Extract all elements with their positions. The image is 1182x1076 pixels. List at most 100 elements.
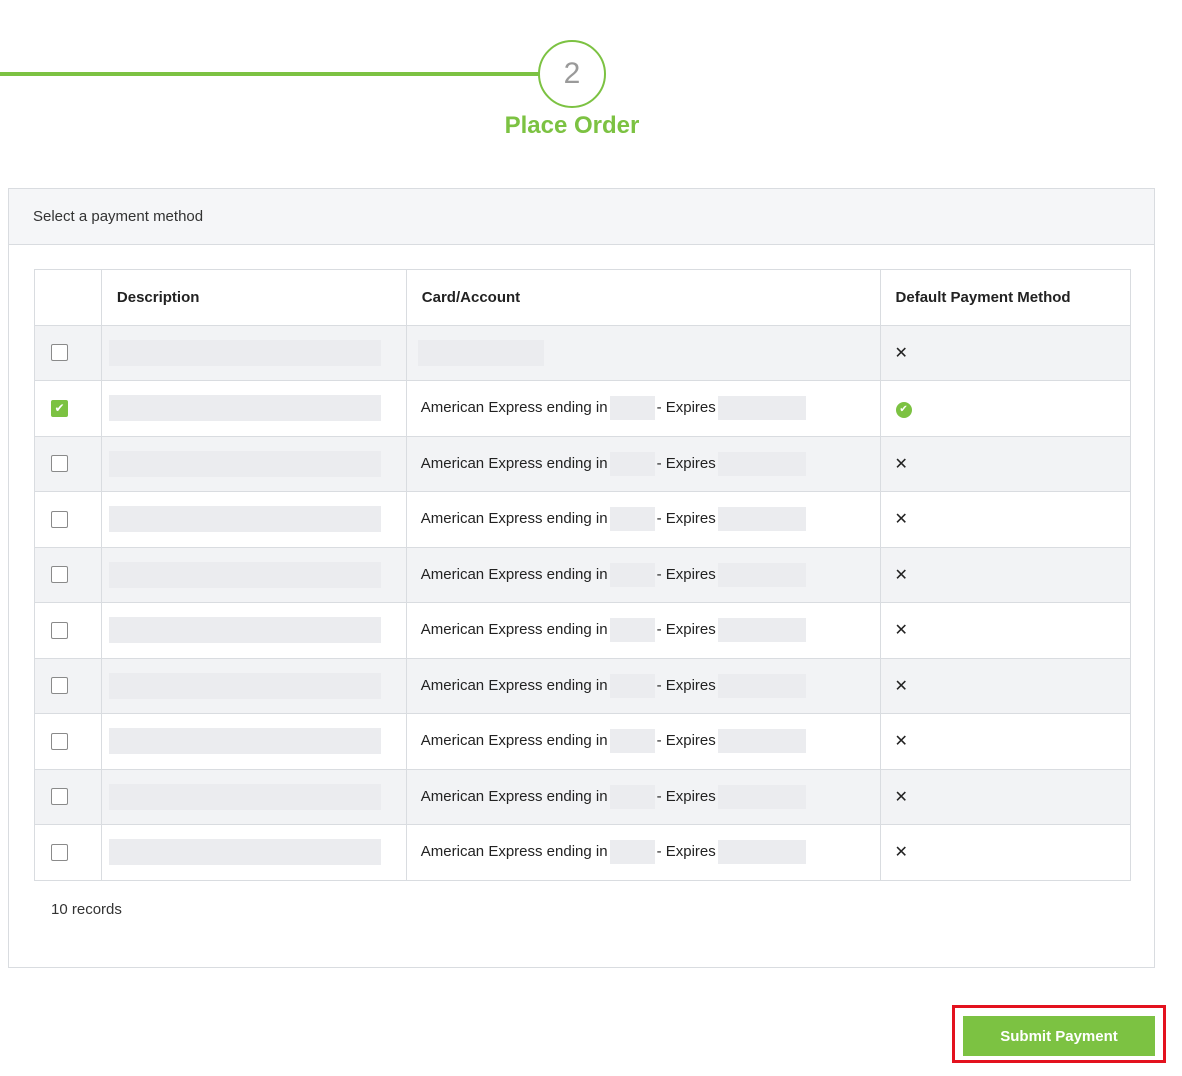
redacted-description: [108, 339, 381, 366]
redacted-expiry: [717, 729, 806, 754]
card-account-cell: American Express ending in - Expires: [405, 657, 881, 714]
card-prefix-text: American Express ending in: [420, 565, 608, 583]
default-method-cell: ✕: [879, 324, 1132, 381]
table-body: ✕ ✔ American Express ending in - Expires ✔ Am…: [34, 324, 1132, 881]
table-header-row: Description Card/Account Default Payment…: [34, 269, 1132, 326]
redacted-expiry: [717, 784, 806, 809]
table-row[interactable]: American Express ending in - Expires ✕: [34, 824, 1132, 881]
redacted-description: [108, 506, 381, 533]
table-row[interactable]: American Express ending in - Expires ✕: [34, 657, 1132, 714]
redacted-last4: [609, 396, 655, 421]
card-expires-text: - Expires: [656, 510, 716, 528]
card-expires-text: - Expires: [656, 787, 716, 805]
row-select-checkbox[interactable]: [51, 677, 68, 695]
default-method-cell: ✕: [879, 768, 1132, 825]
column-header-description: Description: [100, 269, 407, 326]
default-method-cell: ✕: [879, 713, 1132, 770]
step-circle: 2: [538, 40, 606, 108]
x-icon: ✕: [894, 844, 908, 862]
redacted-description: [108, 839, 381, 866]
select-cell: [34, 435, 102, 492]
select-cell: ✔: [34, 380, 102, 437]
card-prefix-text: American Express ending in: [420, 621, 608, 639]
table-row[interactable]: ✕: [34, 324, 1132, 381]
card-prefix-text: American Express ending in: [420, 787, 608, 805]
description-cell: [100, 491, 407, 548]
redacted-description: [108, 395, 381, 422]
card-prefix-text: American Express ending in: [420, 510, 608, 528]
card-expires-text: - Expires: [656, 732, 716, 750]
panel-header: Select a payment method: [9, 189, 1154, 245]
card-account-cell: American Express ending in - Expires: [405, 435, 881, 492]
row-select-checkbox[interactable]: [51, 344, 68, 362]
description-cell: [100, 435, 407, 492]
card-prefix-text: American Express ending in: [420, 843, 608, 861]
table-row[interactable]: American Express ending in - Expires ✕: [34, 435, 1132, 492]
redacted-last4: [609, 784, 655, 809]
description-cell: [100, 657, 407, 714]
row-select-checkbox[interactable]: [51, 621, 68, 639]
select-cell: [34, 824, 102, 881]
row-select-checkbox[interactable]: [51, 510, 68, 528]
redacted-description: [108, 728, 381, 755]
redacted-last4: [609, 673, 655, 698]
card-prefix-text: American Express ending in: [420, 454, 608, 472]
x-icon: ✕: [894, 344, 908, 362]
step-number: 2: [563, 57, 581, 90]
column-header-card-account: Card/Account: [405, 269, 881, 326]
redacted-last4: [609, 729, 655, 754]
row-select-checkbox[interactable]: [51, 566, 68, 584]
x-icon: ✕: [894, 677, 908, 695]
table-row[interactable]: American Express ending in - Expires ✕: [34, 768, 1132, 825]
redacted-description: [108, 783, 381, 810]
redacted-expiry: [717, 562, 806, 587]
redacted-description: [108, 450, 381, 477]
x-icon: ✕: [894, 788, 908, 806]
column-header-select: [34, 269, 102, 326]
select-cell: [34, 713, 102, 770]
row-select-checkbox[interactable]: ✔: [51, 399, 68, 417]
default-method-cell: ✕: [879, 602, 1132, 659]
redacted-expiry: [717, 396, 806, 421]
submit-payment-button[interactable]: Submit Payment: [963, 1016, 1155, 1056]
default-method-cell: ✕: [879, 435, 1132, 492]
row-select-checkbox[interactable]: [51, 732, 68, 750]
payment-methods-table: Description Card/Account Default Payment…: [34, 269, 1132, 881]
redacted-expiry: [717, 673, 806, 698]
description-cell: [100, 380, 407, 437]
card-prefix-text: American Express ending in: [420, 399, 608, 417]
select-cell: [34, 546, 102, 603]
description-cell: [100, 713, 407, 770]
description-cell: [100, 324, 407, 381]
table-row[interactable]: American Express ending in - Expires ✕: [34, 546, 1132, 603]
description-cell: [100, 602, 407, 659]
table-row[interactable]: ✔ American Express ending in - Expires ✔: [34, 380, 1132, 437]
x-icon: ✕: [894, 622, 908, 640]
card-account-cell: American Express ending in - Expires: [405, 768, 881, 825]
redacted-expiry: [717, 507, 806, 532]
redacted-last4: [609, 451, 655, 476]
x-icon: ✕: [894, 511, 908, 529]
card-account-cell: American Express ending in - Expires: [405, 546, 881, 603]
default-method-cell: ✕: [879, 546, 1132, 603]
card-prefix-text: American Express ending in: [420, 732, 608, 750]
table-row[interactable]: American Express ending in - Expires ✕: [34, 491, 1132, 548]
card-account-cell: American Express ending in - Expires: [405, 824, 881, 881]
card-prefix-text: American Express ending in: [420, 676, 608, 694]
row-select-checkbox[interactable]: [51, 455, 68, 473]
column-header-default: Default Payment Method: [879, 269, 1132, 326]
x-icon: ✕: [894, 455, 908, 473]
card-expires-text: - Expires: [656, 843, 716, 861]
card-expires-text: - Expires: [656, 399, 716, 417]
card-account-cell: American Express ending in - Expires: [405, 602, 881, 659]
row-select-checkbox[interactable]: [51, 788, 68, 806]
redacted-expiry: [717, 840, 806, 865]
card-expires-text: - Expires: [656, 621, 716, 639]
select-cell: [34, 657, 102, 714]
row-select-checkbox[interactable]: [51, 843, 68, 861]
table-row[interactable]: American Express ending in - Expires ✕: [34, 713, 1132, 770]
redacted-last4: [609, 507, 655, 532]
redacted-last4: [609, 562, 655, 587]
redacted-expiry: [717, 451, 806, 476]
table-row[interactable]: American Express ending in - Expires ✕: [34, 602, 1132, 659]
